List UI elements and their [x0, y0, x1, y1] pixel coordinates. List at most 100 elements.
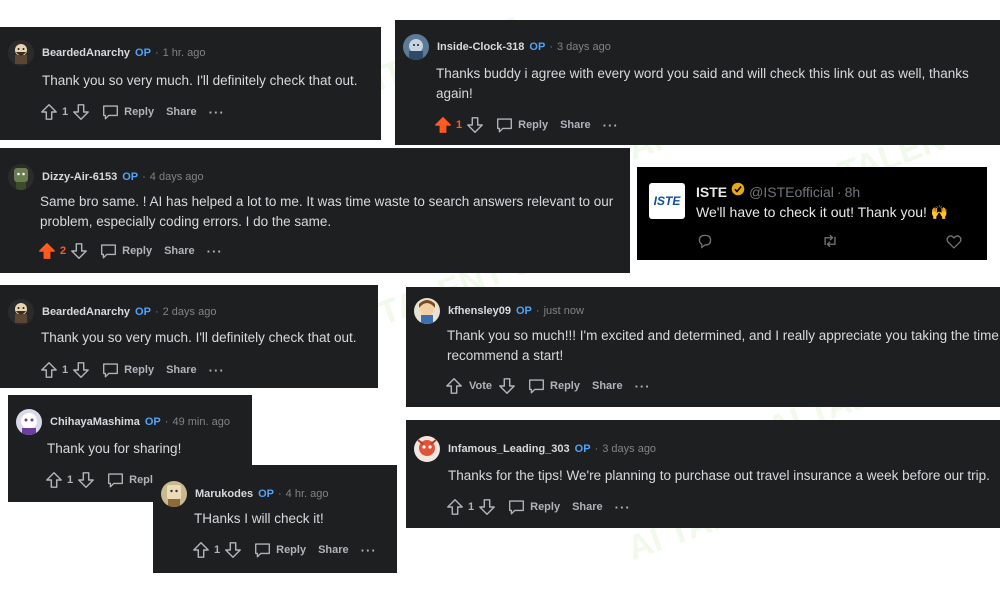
more-options-button[interactable]: ··· [209, 105, 225, 120]
speech-bubble-icon[interactable] [697, 233, 713, 249]
avatar[interactable] [8, 40, 34, 66]
comment-actions: 1 Reply Share ··· [446, 498, 643, 516]
arrow-up-icon[interactable] [445, 377, 463, 395]
comment-text: Thanks buddy i agree with every word you… [436, 66, 969, 101]
avatar[interactable] [414, 298, 440, 324]
arrow-down-icon[interactable] [77, 471, 95, 489]
arrow-up-icon[interactable] [38, 242, 56, 260]
avatar[interactable] [8, 164, 34, 190]
timestamp[interactable]: 4 hr. ago [286, 488, 329, 500]
op-badge: OP [135, 47, 151, 59]
share-button[interactable]: Share [592, 380, 623, 392]
comment-actions: 1 Reply Share ··· [434, 116, 631, 134]
vote-count: 1 [62, 106, 69, 118]
arrow-up-icon[interactable] [40, 103, 58, 121]
username[interactable]: ChihayaMashima [50, 416, 140, 428]
op-badge: OP [529, 41, 546, 53]
comment-actions: Vote Reply Share ··· [445, 377, 663, 395]
username[interactable]: Inside-Clock-318 [437, 41, 524, 53]
more-options-button[interactable]: ··· [615, 500, 631, 515]
op-badge: OP [144, 416, 161, 428]
vote-count: 1 [456, 119, 463, 131]
timestamp[interactable]: 1 hr. ago [163, 47, 206, 59]
arrow-down-icon[interactable] [72, 103, 90, 121]
comment-actions: 1 Reply Share ··· [40, 103, 237, 121]
retweet-icon[interactable] [821, 233, 839, 249]
timestamp[interactable]: just now [544, 305, 584, 317]
reply-button[interactable]: Reply [102, 362, 154, 378]
arrow-down-icon[interactable] [72, 361, 90, 379]
timestamp[interactable]: 49 min. ago [172, 416, 229, 428]
op-badge: OP [135, 306, 151, 318]
arrow-up-icon[interactable] [192, 541, 210, 559]
op-badge: OP [258, 488, 274, 500]
reply-button[interactable]: Reply [508, 499, 560, 515]
comment-text: Same bro same. ! AI has helped a lot to … [40, 194, 614, 229]
tweet-text: We'll have to check it out! Thank you! 🙌 [696, 204, 949, 220]
timestamp[interactable]: 3 days ago [602, 443, 656, 455]
arrow-down-icon[interactable] [478, 498, 496, 516]
share-button[interactable]: Share [164, 245, 195, 257]
reply-button[interactable]: Reply [102, 104, 154, 120]
arrow-down-icon[interactable] [466, 116, 484, 134]
tweet-handle[interactable]: @ISTEofficial [749, 184, 834, 200]
speech-bubble-icon [497, 118, 513, 133]
speech-bubble-icon [529, 379, 545, 394]
avatar[interactable] [161, 481, 187, 507]
reply-button[interactable]: Reply [528, 378, 580, 394]
more-options-button[interactable]: ··· [635, 379, 651, 394]
reply-button[interactable]: Reply [496, 117, 548, 133]
verified-badge-icon [731, 182, 745, 201]
share-button[interactable]: Share [572, 501, 603, 513]
reply-button[interactable]: Reply [107, 472, 159, 488]
tweet-timestamp[interactable]: 8h [845, 184, 861, 200]
comment-card: kfhensley09 OP · just now Thank you so m… [406, 287, 1000, 407]
speech-bubble-icon [103, 363, 119, 378]
username[interactable]: Dizzy-Air-6153 [42, 171, 117, 183]
comment-card: BeardedAnarchy OP · 1 hr. ago Thank you … [0, 27, 381, 140]
comment-text: Thank you for sharing! [47, 441, 182, 456]
username[interactable]: kfhensley09 [448, 305, 511, 317]
iste-logo[interactable]: ISTE [649, 183, 685, 219]
avatar[interactable] [8, 299, 34, 325]
comment-card: Marukodes OP · 4 hr. ago THanks I will c… [153, 465, 397, 573]
username[interactable]: BeardedAnarchy [42, 47, 130, 59]
username[interactable]: BeardedAnarchy [42, 306, 130, 318]
comment-card: Inside-Clock-318 OP · 3 days ago Thanks … [395, 20, 1000, 145]
more-options-button[interactable]: ··· [207, 244, 223, 259]
arrow-up-icon[interactable] [446, 498, 464, 516]
arrow-up-icon[interactable] [434, 116, 452, 134]
vote-count: Vote [469, 380, 493, 392]
reply-button[interactable]: Reply [100, 243, 152, 259]
share-button[interactable]: Share [318, 544, 349, 556]
tweet-author-name[interactable]: ISTE [696, 184, 727, 200]
more-options-button[interactable]: ··· [209, 363, 225, 378]
username[interactable]: Marukodes [195, 488, 253, 500]
reply-button[interactable]: Reply [254, 542, 306, 558]
share-button[interactable]: Share [166, 106, 197, 118]
op-badge: OP [574, 443, 591, 455]
avatar[interactable] [403, 34, 429, 60]
timestamp[interactable]: 4 days ago [150, 171, 204, 183]
avatar[interactable] [414, 436, 440, 462]
heart-icon[interactable] [946, 234, 962, 249]
comment-actions: 1 Reply Share ··· [192, 541, 389, 559]
tweet-card: ISTE ISTE @ISTEofficial · 8h We'll have … [637, 167, 987, 260]
avatar[interactable] [16, 409, 42, 435]
arrow-down-icon[interactable] [224, 541, 242, 559]
timestamp[interactable]: 3 days ago [557, 41, 611, 53]
more-options-button[interactable]: ··· [603, 118, 619, 133]
more-options-button[interactable]: ··· [361, 543, 377, 558]
speech-bubble-icon [509, 500, 525, 515]
username[interactable]: Infamous_Leading_303 [448, 443, 570, 455]
share-button[interactable]: Share [166, 364, 197, 376]
op-badge: OP [515, 305, 532, 317]
share-button[interactable]: Share [560, 119, 591, 131]
arrow-down-icon[interactable] [70, 242, 88, 260]
vote-count: 1 [468, 501, 475, 513]
timestamp[interactable]: 2 days ago [163, 306, 217, 318]
arrow-down-icon[interactable] [498, 377, 516, 395]
arrow-up-icon[interactable] [45, 471, 63, 489]
comment-actions: 2 Reply Share ··· [38, 242, 235, 260]
arrow-up-icon[interactable] [40, 361, 58, 379]
